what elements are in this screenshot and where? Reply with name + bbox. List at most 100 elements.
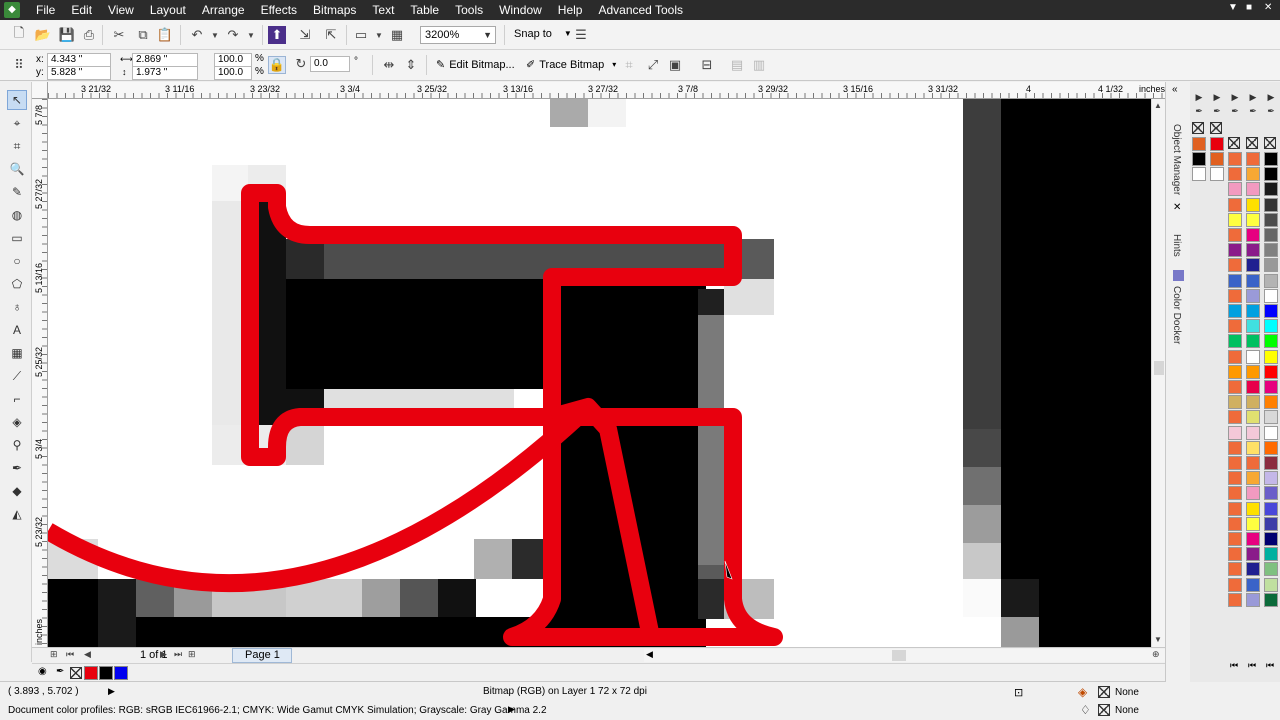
palette-swatch[interactable] — [1264, 425, 1278, 440]
app-logo-icon[interactable]: ◆ — [4, 2, 20, 18]
palette-swatch[interactable] — [1228, 592, 1242, 607]
navigator-zoom-icon[interactable]: ⊕ — [1152, 649, 1160, 660]
palette-swatch[interactable] — [1192, 167, 1206, 181]
palette-eyedropper-icon[interactable]: ✒ — [1210, 106, 1224, 120]
palette-swatch[interactable] — [1246, 258, 1260, 273]
menu-help[interactable]: Help — [550, 0, 591, 20]
color-docker-tab[interactable]: Color Docker — [1171, 286, 1182, 344]
palette-swatch[interactable] — [1246, 334, 1260, 349]
palette-swatch[interactable] — [1264, 212, 1278, 227]
outline-pen-icon[interactable]: ♢ — [1080, 703, 1091, 717]
interactive-fill-tool-icon[interactable]: ◭ — [7, 504, 27, 524]
to-back-icon[interactable]: ▥ — [750, 56, 768, 74]
palette-swatch[interactable] — [1264, 334, 1278, 349]
add-page-before-icon[interactable]: ⊞ — [50, 649, 58, 660]
palette-swatch[interactable] — [1246, 364, 1260, 379]
palette-swatch[interactable] — [1228, 577, 1242, 592]
palette-swatch[interactable] — [1228, 471, 1242, 486]
ellipse-tool-icon[interactable]: ○ — [7, 251, 27, 271]
palette-swatch[interactable] — [1192, 137, 1206, 151]
palette-options-icon[interactable]: ▶ — [1246, 92, 1260, 106]
palette-scroll-icon[interactable]: ◉ — [38, 666, 47, 677]
palette-swatch[interactable] — [1246, 562, 1260, 577]
palette-options-icon[interactable]: ▶ — [1192, 92, 1206, 106]
palette-swatch[interactable] — [1264, 577, 1278, 592]
palette-swatch[interactable] — [1264, 440, 1278, 455]
search-content-icon[interactable]: ⬆ — [268, 26, 286, 44]
mirror-horizontal-icon[interactable]: ⇹ — [380, 56, 398, 74]
palette-swatch[interactable] — [1264, 410, 1278, 425]
palette-swatch[interactable] — [1264, 288, 1278, 303]
palette-scroll-first-icon[interactable]: ⏮ — [1266, 660, 1274, 671]
palette-swatch[interactable] — [1264, 395, 1278, 410]
horizontal-scroll-thumb[interactable] — [892, 650, 906, 661]
import-icon[interactable]: ⇲ — [296, 26, 314, 44]
scale-y-field[interactable]: 100.0 — [214, 66, 252, 80]
palette-swatch[interactable] — [1246, 212, 1260, 227]
palette-options-icon[interactable]: ▶ — [1264, 92, 1278, 106]
last-page-icon[interactable]: ⏭ — [174, 649, 182, 660]
palette-swatch[interactable] — [1246, 532, 1260, 546]
palette-swatch[interactable] — [1264, 243, 1278, 258]
profiles-arrow-icon[interactable]: ▶ — [508, 704, 515, 715]
mirror-vertical-icon[interactable]: ⇕ — [402, 56, 420, 74]
palette-swatch[interactable] — [1264, 167, 1278, 182]
shape-tool-icon[interactable]: ⌖ — [7, 113, 27, 133]
color-docker-icon[interactable] — [1173, 270, 1184, 281]
scroll-down-icon[interactable]: ▼ — [1154, 635, 1162, 644]
palette-swatch[interactable] — [1264, 486, 1278, 501]
menu-file[interactable]: File — [28, 0, 63, 20]
paste-icon[interactable]: 📋 — [156, 26, 174, 44]
palette-swatch[interactable] — [1246, 197, 1260, 212]
restore-button[interactable]: ■ — [1246, 2, 1252, 13]
trace-bitmap-button[interactable]: ✐ Trace Bitmap ▾ — [526, 55, 616, 75]
undo-dropdown-icon[interactable]: ▼ — [206, 26, 224, 44]
eyedropper-tool-icon[interactable]: ⚲ — [7, 435, 27, 455]
crop-bitmap-icon[interactable]: ⌗ — [620, 56, 638, 74]
no-color-swatch[interactable] — [1228, 137, 1240, 149]
outline-none-swatch[interactable] — [1098, 704, 1110, 716]
collapse-docker-icon[interactable]: « — [1172, 84, 1178, 95]
fill-indicator-icon[interactable]: ◈ — [1078, 685, 1087, 699]
first-page-icon[interactable]: ⏮ — [66, 649, 74, 660]
rotation-angle-field[interactable]: 0.0 — [310, 56, 350, 72]
palette-swatch[interactable] — [1246, 395, 1260, 410]
welcome-screen-icon[interactable]: ▦ — [388, 26, 406, 44]
palette-swatch[interactable] — [1264, 364, 1278, 379]
no-color-swatch[interactable] — [1210, 122, 1222, 134]
palette-swatch[interactable] — [1246, 152, 1260, 166]
palette-swatch[interactable] — [1228, 243, 1242, 258]
color-profiles[interactable]: Document color profiles: RGB: sRGB IEC61… — [8, 705, 547, 716]
color-proof-icon[interactable]: ⊡ — [1014, 686, 1023, 699]
export-icon[interactable]: ⇱ — [322, 26, 340, 44]
x-position-field[interactable]: 4.343 " — [47, 53, 111, 67]
palette-swatch[interactable] — [1228, 288, 1242, 303]
palette-swatch[interactable] — [1246, 319, 1260, 334]
menu-arrange[interactable]: Arrange — [194, 0, 253, 20]
text-tool-icon[interactable]: A — [7, 320, 27, 340]
palette-swatch[interactable] — [1264, 228, 1278, 242]
palette-swatch[interactable] — [1264, 319, 1278, 334]
palette-swatch[interactable] — [1246, 228, 1260, 242]
options-icon[interactable]: ☰ — [572, 26, 590, 44]
table-tool-icon[interactable]: ▦ — [7, 343, 27, 363]
palette-swatch[interactable] — [1264, 380, 1278, 394]
palette-swatch[interactable] — [1228, 167, 1242, 182]
palette-eyedropper-icon[interactable]: ✒ — [1246, 106, 1260, 120]
palette-swatch[interactable] — [1228, 152, 1242, 166]
add-page-after-icon[interactable]: ⊞ — [188, 649, 196, 660]
palette-swatch[interactable] — [1228, 364, 1242, 379]
snap-to-button[interactable]: Snap to ▼ — [514, 24, 572, 44]
palette-swatch[interactable] — [1246, 501, 1260, 516]
height-field[interactable]: 1.973 " — [132, 66, 198, 80]
menu-effects[interactable]: Effects — [253, 0, 305, 20]
menu-view[interactable]: View — [100, 0, 142, 20]
scroll-left-icon[interactable]: ◀ — [646, 649, 653, 660]
palette-swatch[interactable] — [1228, 532, 1242, 546]
new-document-icon[interactable]: 🗋 — [10, 25, 28, 44]
minimize-button[interactable]: ▼ — [1228, 2, 1238, 13]
vertical-scrollbar[interactable]: ▲ ▼ — [1151, 99, 1165, 647]
doc-color-swatch[interactable] — [99, 666, 113, 680]
ruler-origin-corner[interactable] — [32, 82, 48, 99]
y-position-field[interactable]: 5.828 " — [47, 66, 111, 80]
